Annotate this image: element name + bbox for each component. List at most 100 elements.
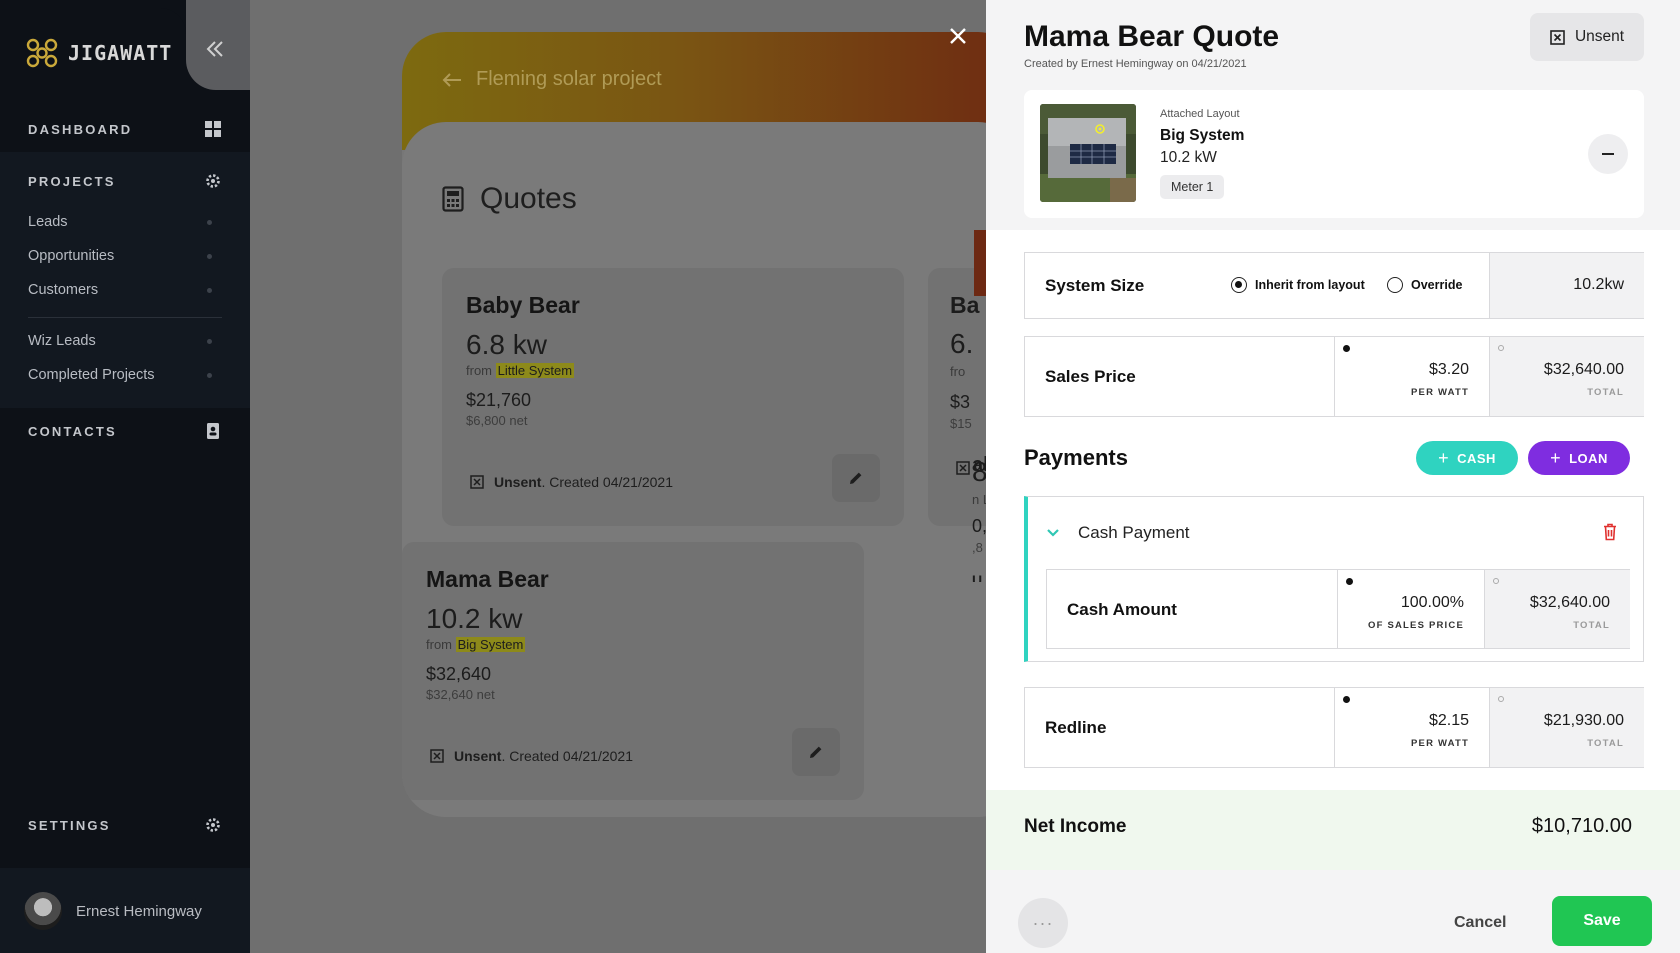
cash-total: $32,640.00: [1529, 594, 1610, 611]
unsent-box-icon: [470, 475, 484, 489]
sidebar-item-customers[interactable]: Customers: [0, 280, 250, 300]
arrow-left-icon: [442, 72, 461, 87]
edit-quote-button[interactable]: [792, 728, 840, 776]
brand-logo[interactable]: JIGAWATT: [24, 35, 172, 71]
user-profile[interactable]: Ernest Hemingway: [24, 892, 202, 930]
cash-total-cell[interactable]: $32,640.00 TOTAL: [1484, 570, 1630, 648]
sales-price-row: Sales Price $3.20 PER WATT $32,640.00 TO…: [1024, 336, 1644, 417]
cancel-button[interactable]: Cancel: [1454, 914, 1506, 932]
layout-thumbnail[interactable]: [1040, 104, 1136, 202]
sales-price-total: $32,640.00: [1543, 361, 1624, 378]
net-income-label: Net Income: [1024, 816, 1127, 837]
page-subtitle: Created by Ernest Hemingway on 04/21/202…: [1024, 58, 1247, 70]
add-loan-button[interactable]: + LOAN: [1528, 441, 1630, 475]
radio-selected-icon: [1343, 345, 1350, 352]
status-dot: [207, 372, 212, 378]
grid-icon: [205, 121, 221, 137]
status-button-label: Unsent: [1574, 28, 1625, 45]
quote-price: $21,760: [466, 390, 532, 410]
layout-kw: 10.2 kW: [1160, 149, 1217, 166]
quote-status: Unsent. Created 04/21/2021: [470, 474, 673, 490]
close-panel-button[interactable]: [944, 22, 972, 50]
cash-percent: 100.00%: [1400, 594, 1464, 611]
quote-card[interactable]: Mama Bear 10.2 kw from Big System $32,64…: [402, 542, 864, 800]
sidebar-item-leads[interactable]: Leads: [0, 212, 250, 232]
nav-dashboard[interactable]: DASHBOARD: [0, 120, 250, 138]
sales-price-total-cell[interactable]: $32,640.00 TOTAL: [1489, 337, 1644, 416]
sidebar-item-label: Opportunities: [28, 248, 115, 264]
radio-unselected-icon: [1498, 345, 1504, 351]
sales-price-per-watt-cell[interactable]: $3.20 PER WATT: [1334, 337, 1489, 416]
sidebar-item-wiz-leads[interactable]: Wiz Leads: [0, 331, 250, 351]
net-income-band: Net Income $10,710.00: [986, 790, 1680, 870]
add-cash-label: CASH: [1457, 450, 1496, 466]
minus-icon: [1602, 152, 1614, 156]
chevron-down-icon: [1047, 529, 1059, 537]
quote-net: $32,640 net: [426, 687, 495, 702]
status-dot: [207, 287, 212, 293]
detach-layout-button[interactable]: [1588, 134, 1628, 174]
add-cash-button[interactable]: + CASH: [1416, 441, 1518, 475]
avatar: [24, 892, 62, 930]
created-text: . Created 04/21/2021: [501, 748, 633, 764]
total-unit: TOTAL: [1587, 738, 1624, 749]
nav-contacts-label: CONTACTS: [28, 423, 117, 439]
inherit-radio-label: Inherit from layout: [1255, 278, 1365, 292]
redline-total-cell[interactable]: $21,930.00 TOTAL: [1489, 688, 1644, 767]
layout-info: Attached Layout Big System 10.2 kW Meter…: [1160, 108, 1244, 199]
total-unit: TOTAL: [1587, 387, 1624, 398]
nav-settings[interactable]: SETTINGS: [0, 816, 250, 834]
status-button[interactable]: Unsent: [1530, 13, 1644, 61]
meter-chip[interactable]: Meter 1: [1160, 175, 1225, 199]
quote-price2-partial: 0,: [972, 516, 988, 536]
edit-quote-button[interactable]: [832, 454, 880, 502]
plus-icon: +: [1550, 447, 1562, 468]
attached-layout-label: Attached Layout: [1160, 108, 1240, 120]
system-link[interactable]: Big System: [455, 637, 526, 652]
close-icon: [950, 28, 966, 44]
panel-footer: ··· Cancel Save: [986, 870, 1680, 953]
cash-payment-toggle[interactable]: Cash Payment: [1046, 523, 1190, 543]
nav-projects[interactable]: PROJECTS: [0, 172, 250, 190]
inherit-radio[interactable]: Inherit from layout: [1231, 277, 1365, 293]
radio-selected-icon: [1231, 277, 1247, 293]
quote-price-partial: $3: [950, 392, 971, 412]
quotes-heading: Quotes: [442, 182, 577, 216]
nav-contacts[interactable]: CONTACTS: [0, 422, 250, 440]
sidebar-item-opportunities[interactable]: Opportunities: [0, 246, 250, 266]
quote-kw: 6.8 kw: [466, 329, 547, 360]
quote-kw-partial: 6.: [950, 328, 974, 359]
roof-satellite-image: [1040, 104, 1136, 202]
status-dot: [207, 219, 212, 225]
more-options-button[interactable]: ···: [1018, 898, 1068, 948]
redline-total: $21,930.00: [1543, 712, 1624, 729]
quote-from: from Little System: [466, 363, 880, 378]
nav-projects-label: PROJECTS: [28, 173, 116, 189]
quote-card[interactable]: Baby Bear 6.8 kw from Little System $21,…: [442, 268, 904, 526]
net-income-value: $10,710.00: [1531, 815, 1632, 837]
sidebar-item-label: Wiz Leads: [28, 333, 96, 349]
redline-per-watt-cell[interactable]: $2.15 PER WATT: [1334, 688, 1489, 767]
delete-payment-button[interactable]: [1603, 523, 1617, 541]
per-watt-unit: PER WATT: [1411, 387, 1469, 398]
quote-kw: 10.2 kw: [426, 603, 523, 634]
jigawatt-logo-icon: [26, 38, 58, 68]
quote-price: $32,640: [426, 664, 492, 684]
unsent-box-icon: [1550, 29, 1565, 45]
status-dot: [207, 338, 212, 344]
page-title: Mama Bear Quote: [1024, 20, 1280, 53]
from-prefix: from: [466, 363, 492, 378]
collapse-sidebar-button[interactable]: [204, 38, 226, 62]
system-link[interactable]: Little System: [495, 363, 575, 378]
settings-gear-icon: [206, 818, 220, 832]
save-button[interactable]: Save: [1552, 896, 1652, 946]
back-link[interactable]: Fleming solar project: [442, 68, 662, 91]
project-body: Quotes Baby Bear 6.8 kw from Little Syst…: [402, 122, 1022, 817]
quote-status: Unsent. Created 04/21/2021: [430, 748, 633, 764]
percent-unit: OF SALES PRICE: [1368, 620, 1464, 631]
sales-price-label: Sales Price: [1045, 367, 1136, 386]
sidebar-item-completed-projects[interactable]: Completed Projects: [0, 365, 250, 385]
cash-amount-label: Cash Amount: [1067, 600, 1177, 619]
override-radio[interactable]: Override: [1387, 277, 1462, 293]
cash-percent-cell[interactable]: 100.00% OF SALES PRICE: [1337, 570, 1484, 648]
